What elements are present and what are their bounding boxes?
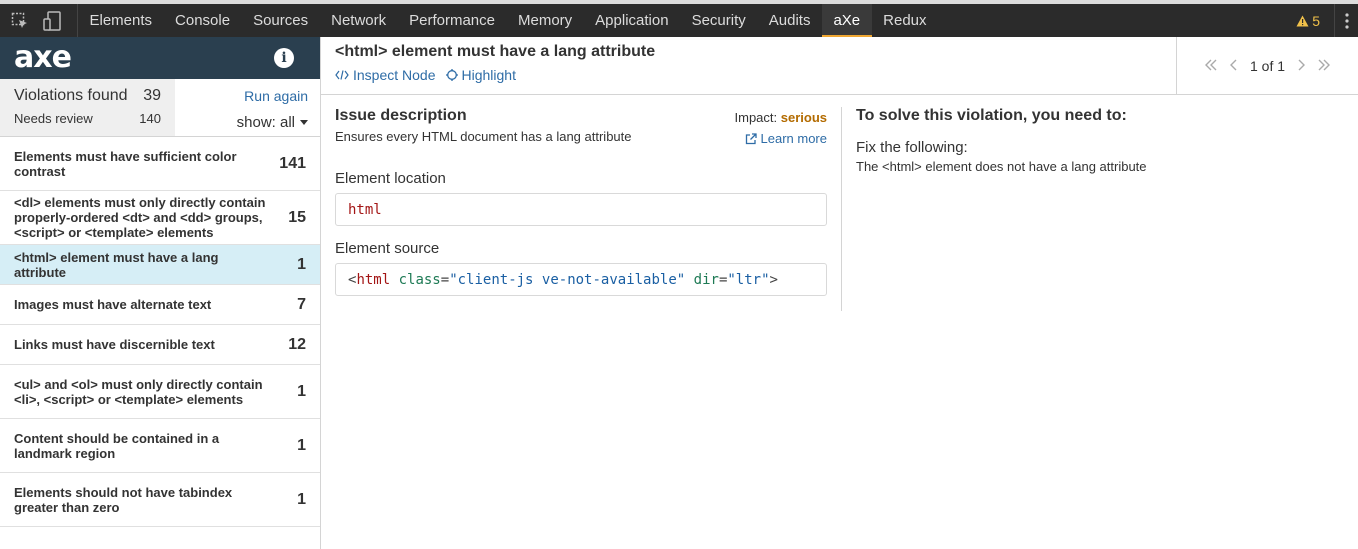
violation-item[interactable]: <dl> elements must only directly contain… bbox=[0, 191, 320, 245]
prev-page-icon[interactable] bbox=[1229, 58, 1238, 74]
violation-count: 7 bbox=[297, 295, 306, 313]
violation-item[interactable]: Links must have discernible text 12 bbox=[0, 325, 320, 365]
violation-count: 1 bbox=[297, 490, 306, 508]
violation-count: 12 bbox=[288, 335, 306, 353]
device-toolbar-icon[interactable] bbox=[40, 9, 64, 33]
needs-review-label[interactable]: Needs review bbox=[14, 111, 93, 126]
solution-panel: To solve this violation, you need to: Fi… bbox=[856, 107, 1336, 174]
highlight-icon bbox=[445, 69, 458, 81]
axe-header: axe i bbox=[0, 37, 320, 79]
violation-label: <html> element must have a lang attribut… bbox=[14, 249, 219, 280]
violation-item[interactable]: Content should be contained in a landmar… bbox=[0, 419, 320, 473]
violation-item[interactable]: Elements should not have tabindex greate… bbox=[0, 473, 320, 527]
source-tag: html bbox=[356, 271, 391, 288]
more-options-icon[interactable] bbox=[1334, 4, 1358, 37]
violation-item[interactable]: Elements must have sufficient color cont… bbox=[0, 137, 320, 191]
detail-header: <html> element must have a lang attribut… bbox=[321, 37, 1358, 95]
toolbar-icons bbox=[0, 4, 78, 37]
impact-label: Impact: bbox=[734, 110, 778, 125]
devtools-tabs: Elements Console Sources Network Performance… bbox=[78, 4, 938, 37]
solve-heading: To solve this violation, you need to: bbox=[856, 107, 1127, 124]
tab-audits[interactable]: Audits bbox=[757, 4, 822, 37]
axe-logo: axe bbox=[14, 40, 72, 75]
first-page-icon[interactable] bbox=[1204, 58, 1218, 74]
tab-memory[interactable]: Memory bbox=[507, 4, 584, 37]
warning-count: 5 bbox=[1312, 12, 1320, 29]
learn-more-label: Learn more bbox=[760, 131, 827, 146]
column-divider bbox=[841, 107, 842, 311]
violations-list: Elements must have sufficient color cont… bbox=[0, 137, 320, 527]
fix-heading: Fix the following: bbox=[856, 139, 968, 156]
violations-sidebar: axe i Violations found 39 Needs review 1… bbox=[0, 37, 321, 549]
devtools-toolbar: Elements Console Sources Network Performance… bbox=[0, 0, 1358, 37]
source-attr-class: class bbox=[398, 271, 441, 288]
external-link-icon bbox=[745, 132, 757, 144]
tab-axe[interactable]: aXe bbox=[821, 4, 872, 37]
run-again-button[interactable]: Run again bbox=[175, 88, 308, 104]
source-val-class: "client-js ve-not-available" bbox=[449, 271, 686, 288]
source-val-dir: "ltr" bbox=[727, 271, 770, 288]
source-attr-dir: dir bbox=[693, 271, 719, 288]
page-indicator: 1 of 1 bbox=[1249, 57, 1286, 74]
tab-elements[interactable]: Elements bbox=[78, 4, 164, 37]
element-location-label: Element location bbox=[335, 170, 446, 187]
element-location-value: html bbox=[348, 201, 382, 218]
inspect-node-label: Inspect Node bbox=[353, 67, 436, 83]
show-filter-select[interactable]: show: all bbox=[175, 114, 308, 131]
tab-application[interactable]: Application bbox=[584, 4, 680, 37]
violation-item[interactable]: <html> element must have a lang attribut… bbox=[0, 245, 320, 285]
tab-security[interactable]: Security bbox=[680, 4, 757, 37]
element-source-box[interactable]: < html class = "client-js ve-not-available"… bbox=[335, 263, 827, 296]
violation-count: 15 bbox=[288, 208, 306, 226]
violation-label: Elements must have sufficient color cont… bbox=[14, 148, 237, 179]
element-location-box[interactable]: html bbox=[335, 193, 827, 226]
show-filter-label: show: all bbox=[236, 114, 295, 131]
tab-console[interactable]: Console bbox=[164, 4, 242, 37]
fix-detail: The <html> element does not have a lang … bbox=[856, 159, 1147, 174]
learn-more-link[interactable]: Learn more bbox=[735, 131, 827, 146]
results-summary: Violations found 39 Needs review 140 Run… bbox=[0, 79, 320, 137]
violations-found-label: Violations found bbox=[14, 87, 128, 104]
tab-redux[interactable]: Redux bbox=[872, 4, 938, 37]
next-page-icon[interactable] bbox=[1297, 58, 1306, 74]
element-source-label: Element source bbox=[335, 240, 440, 257]
node-pager: 1 of 1 bbox=[1176, 37, 1358, 94]
info-icon[interactable]: i bbox=[274, 48, 294, 68]
inspect-element-icon[interactable] bbox=[8, 9, 32, 33]
violation-detail: <html> element must have a lang attribut… bbox=[321, 37, 1358, 549]
violation-label: Links must have discernible text bbox=[14, 337, 215, 352]
impact-block: Impact: serious Learn more bbox=[735, 107, 828, 146]
chevron-down-icon bbox=[300, 120, 308, 125]
violation-label: Content should be contained in a landmar… bbox=[14, 430, 220, 461]
issue-details: Issue description Ensures every HTML doc… bbox=[335, 107, 827, 296]
highlight-label: Highlight bbox=[461, 67, 516, 83]
violation-label: Images must have alternate text bbox=[14, 297, 212, 312]
inspect-node-button[interactable]: Inspect Node bbox=[335, 67, 436, 83]
warning-icon bbox=[1296, 15, 1309, 26]
tab-sources[interactable]: Sources bbox=[242, 4, 320, 37]
source-open-bracket: < bbox=[348, 271, 357, 288]
violations-found-count: 39 bbox=[143, 87, 161, 104]
impact-value: serious bbox=[780, 110, 827, 125]
code-icon bbox=[335, 70, 349, 80]
tab-network[interactable]: Network bbox=[320, 4, 398, 37]
issue-description: Ensures every HTML document has a lang a… bbox=[335, 129, 632, 144]
tab-performance[interactable]: Performance bbox=[398, 4, 507, 37]
rule-title: <html> element must have a lang attribut… bbox=[335, 43, 656, 60]
violation-label: <dl> elements must only directly contain… bbox=[14, 195, 266, 240]
violation-count: 141 bbox=[279, 154, 306, 172]
violation-label: Elements should not have tabindex greate… bbox=[14, 484, 233, 515]
violation-label: <ul> and <ol> must only directly contain… bbox=[14, 376, 263, 407]
violation-count: 1 bbox=[297, 382, 306, 400]
highlight-button[interactable]: Highlight bbox=[445, 67, 516, 83]
violation-item[interactable]: Images must have alternate text 7 bbox=[0, 285, 320, 325]
violation-count: 1 bbox=[297, 255, 306, 273]
violation-item[interactable]: <ul> and <ol> must only directly contain… bbox=[0, 365, 320, 419]
source-close-bracket: > bbox=[769, 271, 778, 288]
last-page-icon[interactable] bbox=[1317, 58, 1331, 74]
warnings-counter[interactable]: 5 bbox=[1296, 13, 1320, 29]
issue-heading: Issue description bbox=[335, 107, 467, 124]
violation-count: 1 bbox=[297, 436, 306, 454]
needs-review-count: 140 bbox=[139, 111, 161, 126]
